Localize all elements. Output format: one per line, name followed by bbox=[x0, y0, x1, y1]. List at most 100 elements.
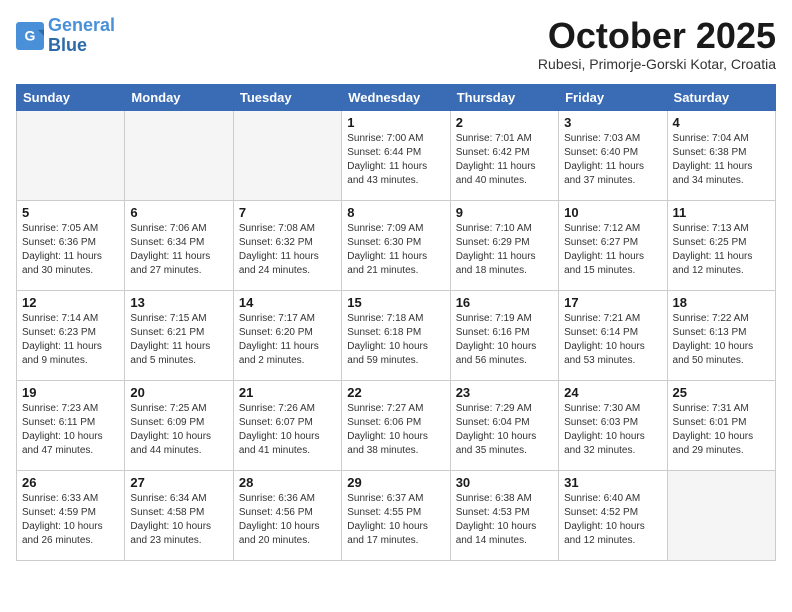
day-info: Sunrise: 6:38 AM Sunset: 4:53 PM Dayligh… bbox=[456, 492, 553, 548]
day-number: 7 bbox=[239, 205, 336, 220]
day-number: 20 bbox=[130, 385, 227, 400]
day-info: Sunrise: 6:36 AM Sunset: 4:56 PM Dayligh… bbox=[239, 492, 336, 548]
calendar-cell: 1 Sunrise: 7:00 AM Sunset: 6:44 PM Daylig… bbox=[342, 110, 450, 200]
day-number: 2 bbox=[456, 115, 553, 130]
weekday-header-monday: Monday bbox=[125, 84, 233, 110]
weekday-header-wednesday: Wednesday bbox=[342, 84, 450, 110]
day-info: Sunrise: 7:19 AM Sunset: 6:16 PM Dayligh… bbox=[456, 312, 553, 368]
calendar-week-1: 1 Sunrise: 7:00 AM Sunset: 6:44 PM Daylig… bbox=[17, 110, 776, 200]
day-number: 31 bbox=[564, 475, 661, 490]
page-header: G GeneralBlue October 2025 Rubesi, Primo… bbox=[16, 16, 776, 72]
svg-text:G: G bbox=[25, 27, 36, 43]
day-info: Sunrise: 7:12 AM Sunset: 6:27 PM Dayligh… bbox=[564, 222, 661, 278]
day-info: Sunrise: 7:08 AM Sunset: 6:32 PM Dayligh… bbox=[239, 222, 336, 278]
day-number: 18 bbox=[673, 295, 770, 310]
day-number: 22 bbox=[347, 385, 444, 400]
calendar-cell: 5 Sunrise: 7:05 AM Sunset: 6:36 PM Daylig… bbox=[17, 200, 125, 290]
day-info: Sunrise: 7:18 AM Sunset: 6:18 PM Dayligh… bbox=[347, 312, 444, 368]
day-info: Sunrise: 7:25 AM Sunset: 6:09 PM Dayligh… bbox=[130, 402, 227, 458]
day-info: Sunrise: 7:31 AM Sunset: 6:01 PM Dayligh… bbox=[673, 402, 770, 458]
calendar-cell: 26 Sunrise: 6:33 AM Sunset: 4:59 PM Dayli… bbox=[17, 470, 125, 560]
calendar-cell: 19Sunrise: 7:23 AM Sunset: 6:11 PM Dayli… bbox=[17, 380, 125, 470]
day-number: 4 bbox=[673, 115, 770, 130]
calendar-cell: 29 Sunrise: 6:37 AM Sunset: 4:55 PM Dayli… bbox=[342, 470, 450, 560]
calendar-cell: 7 Sunrise: 7:08 AM Sunset: 6:32 PM Daylig… bbox=[233, 200, 341, 290]
weekday-header-tuesday: Tuesday bbox=[233, 84, 341, 110]
day-number: 24 bbox=[564, 385, 661, 400]
logo: G GeneralBlue bbox=[16, 16, 115, 56]
weekday-header-thursday: Thursday bbox=[450, 84, 558, 110]
day-number: 26 bbox=[22, 475, 119, 490]
day-number: 9 bbox=[456, 205, 553, 220]
calendar-cell: 3 Sunrise: 7:03 AM Sunset: 6:40 PM Daylig… bbox=[559, 110, 667, 200]
day-info: Sunrise: 7:10 AM Sunset: 6:29 PM Dayligh… bbox=[456, 222, 553, 278]
logo-icon: G bbox=[16, 22, 44, 50]
day-number: 10 bbox=[564, 205, 661, 220]
day-number: 16 bbox=[456, 295, 553, 310]
day-number: 21 bbox=[239, 385, 336, 400]
calendar-cell bbox=[125, 110, 233, 200]
day-number: 17 bbox=[564, 295, 661, 310]
calendar-cell: 13 Sunrise: 7:15 AM Sunset: 6:21 PM Dayli… bbox=[125, 290, 233, 380]
calendar-cell: 24Sunrise: 7:30 AM Sunset: 6:03 PM Dayli… bbox=[559, 380, 667, 470]
calendar-cell: 10 Sunrise: 7:12 AM Sunset: 6:27 PM Dayli… bbox=[559, 200, 667, 290]
day-info: Sunrise: 7:03 AM Sunset: 6:40 PM Dayligh… bbox=[564, 132, 661, 188]
day-number: 27 bbox=[130, 475, 227, 490]
day-info: Sunrise: 7:05 AM Sunset: 6:36 PM Dayligh… bbox=[22, 222, 119, 278]
calendar-cell: 28 Sunrise: 6:36 AM Sunset: 4:56 PM Dayli… bbox=[233, 470, 341, 560]
day-number: 11 bbox=[673, 205, 770, 220]
calendar-cell: 25 Sunrise: 7:31 AM Sunset: 6:01 PM Dayli… bbox=[667, 380, 775, 470]
day-info: Sunrise: 6:37 AM Sunset: 4:55 PM Dayligh… bbox=[347, 492, 444, 548]
day-number: 25 bbox=[673, 385, 770, 400]
day-number: 1 bbox=[347, 115, 444, 130]
day-number: 15 bbox=[347, 295, 444, 310]
day-number: 23 bbox=[456, 385, 553, 400]
day-number: 29 bbox=[347, 475, 444, 490]
calendar-week-5: 26 Sunrise: 6:33 AM Sunset: 4:59 PM Dayli… bbox=[17, 470, 776, 560]
logo-text: GeneralBlue bbox=[48, 16, 115, 56]
calendar-table: SundayMondayTuesdayWednesdayThursdayFrid… bbox=[16, 84, 776, 561]
day-number: 6 bbox=[130, 205, 227, 220]
day-number: 30 bbox=[456, 475, 553, 490]
calendar-week-4: 19Sunrise: 7:23 AM Sunset: 6:11 PM Dayli… bbox=[17, 380, 776, 470]
calendar-cell: 12Sunrise: 7:14 AM Sunset: 6:23 PM Dayli… bbox=[17, 290, 125, 380]
calendar-week-2: 5 Sunrise: 7:05 AM Sunset: 6:36 PM Daylig… bbox=[17, 200, 776, 290]
calendar-cell: 14Sunrise: 7:17 AM Sunset: 6:20 PM Dayli… bbox=[233, 290, 341, 380]
day-info: Sunrise: 7:13 AM Sunset: 6:25 PM Dayligh… bbox=[673, 222, 770, 278]
calendar-cell: 9 Sunrise: 7:10 AM Sunset: 6:29 PM Daylig… bbox=[450, 200, 558, 290]
calendar-week-3: 12Sunrise: 7:14 AM Sunset: 6:23 PM Dayli… bbox=[17, 290, 776, 380]
day-info: Sunrise: 7:17 AM Sunset: 6:20 PM Dayligh… bbox=[239, 312, 336, 368]
calendar-cell: 2 Sunrise: 7:01 AM Sunset: 6:42 PM Daylig… bbox=[450, 110, 558, 200]
calendar-cell: 18 Sunrise: 7:22 AM Sunset: 6:13 PM Dayli… bbox=[667, 290, 775, 380]
calendar-cell: 20 Sunrise: 7:25 AM Sunset: 6:09 PM Dayli… bbox=[125, 380, 233, 470]
weekday-header-saturday: Saturday bbox=[667, 84, 775, 110]
location-subtitle: Rubesi, Primorje-Gorski Kotar, Croatia bbox=[538, 56, 776, 72]
calendar-cell bbox=[17, 110, 125, 200]
calendar-cell: 15 Sunrise: 7:18 AM Sunset: 6:18 PM Dayli… bbox=[342, 290, 450, 380]
day-number: 5 bbox=[22, 205, 119, 220]
calendar-cell: 30 Sunrise: 6:38 AM Sunset: 4:53 PM Dayli… bbox=[450, 470, 558, 560]
day-number: 3 bbox=[564, 115, 661, 130]
calendar-cell: 4 Sunrise: 7:04 AM Sunset: 6:38 PM Daylig… bbox=[667, 110, 775, 200]
day-info: Sunrise: 7:22 AM Sunset: 6:13 PM Dayligh… bbox=[673, 312, 770, 368]
day-info: Sunrise: 7:21 AM Sunset: 6:14 PM Dayligh… bbox=[564, 312, 661, 368]
day-info: Sunrise: 7:14 AM Sunset: 6:23 PM Dayligh… bbox=[22, 312, 119, 368]
title-block: October 2025 Rubesi, Primorje-Gorski Kot… bbox=[538, 16, 776, 72]
day-info: Sunrise: 7:01 AM Sunset: 6:42 PM Dayligh… bbox=[456, 132, 553, 188]
day-info: Sunrise: 6:33 AM Sunset: 4:59 PM Dayligh… bbox=[22, 492, 119, 548]
day-number: 13 bbox=[130, 295, 227, 310]
calendar-cell: 23 Sunrise: 7:29 AM Sunset: 6:04 PM Dayli… bbox=[450, 380, 558, 470]
day-info: Sunrise: 7:29 AM Sunset: 6:04 PM Dayligh… bbox=[456, 402, 553, 458]
day-number: 28 bbox=[239, 475, 336, 490]
month-title: October 2025 bbox=[538, 16, 776, 56]
day-info: Sunrise: 6:40 AM Sunset: 4:52 PM Dayligh… bbox=[564, 492, 661, 548]
calendar-cell: 17 Sunrise: 7:21 AM Sunset: 6:14 PM Dayli… bbox=[559, 290, 667, 380]
day-info: Sunrise: 7:04 AM Sunset: 6:38 PM Dayligh… bbox=[673, 132, 770, 188]
day-info: Sunrise: 7:00 AM Sunset: 6:44 PM Dayligh… bbox=[347, 132, 444, 188]
weekday-header-friday: Friday bbox=[559, 84, 667, 110]
calendar-cell: 31 Sunrise: 6:40 AM Sunset: 4:52 PM Dayli… bbox=[559, 470, 667, 560]
day-info: Sunrise: 7:15 AM Sunset: 6:21 PM Dayligh… bbox=[130, 312, 227, 368]
calendar-cell: 6Sunrise: 7:06 AM Sunset: 6:34 PM Daylig… bbox=[125, 200, 233, 290]
weekday-header-row: SundayMondayTuesdayWednesdayThursdayFrid… bbox=[17, 84, 776, 110]
calendar-cell: 27Sunrise: 6:34 AM Sunset: 4:58 PM Dayli… bbox=[125, 470, 233, 560]
